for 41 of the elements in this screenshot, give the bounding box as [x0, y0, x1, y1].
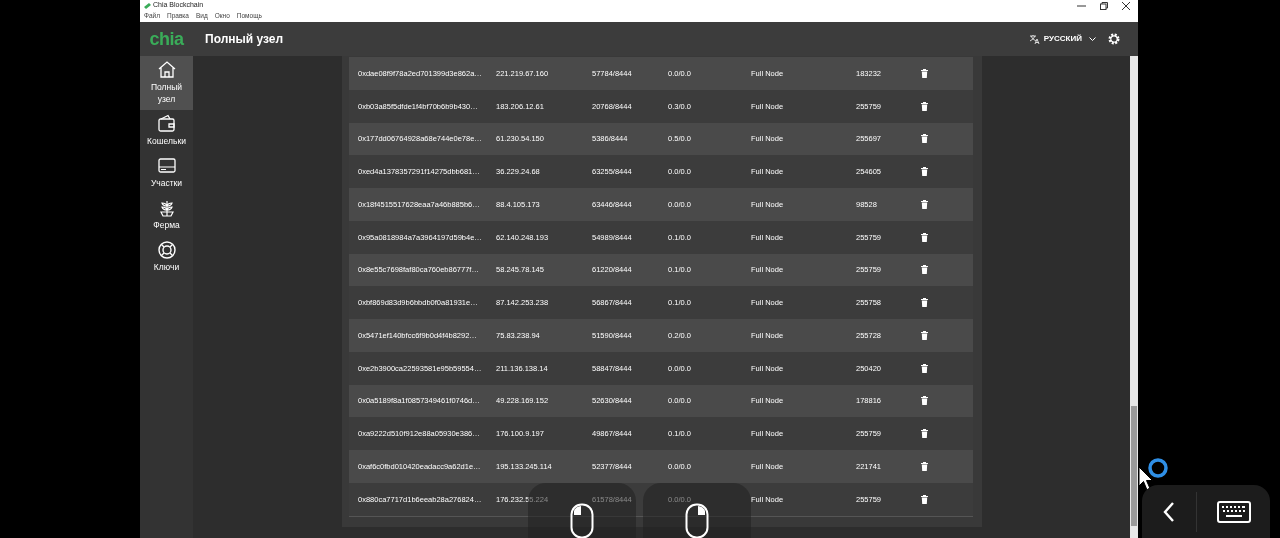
delete-icon[interactable]	[921, 101, 928, 111]
delete-icon[interactable]	[921, 167, 928, 177]
translate-icon	[1029, 34, 1040, 44]
ring-icon	[1147, 457, 1169, 479]
cursor-icon	[1138, 466, 1154, 492]
scrollbar[interactable]	[1130, 56, 1138, 538]
right-mouse-button[interactable]	[643, 483, 751, 538]
close-icon[interactable]	[1122, 2, 1130, 10]
maximize-icon[interactable]	[1100, 2, 1108, 10]
delete-icon[interactable]	[921, 298, 928, 308]
sidebar-item[interactable]: Кошельки	[140, 110, 193, 152]
sidebar-item[interactable]: Ферма	[140, 194, 193, 236]
settings-icon[interactable]	[1108, 33, 1120, 45]
delete-icon[interactable]	[921, 330, 928, 340]
logo: chia	[149, 30, 184, 48]
delete-icon[interactable]	[921, 494, 928, 504]
app-icon	[144, 2, 151, 9]
keyboard-icon	[1216, 500, 1251, 523]
mouse-icon	[570, 503, 594, 538]
lifebuoy-icon	[156, 240, 177, 260]
minimize-icon[interactable]	[1077, 2, 1086, 10]
delete-icon[interactable]	[921, 68, 928, 78]
delete-icon[interactable]	[921, 429, 928, 439]
delete-icon[interactable]	[921, 232, 928, 242]
language-button[interactable]: РУССКИЙ	[1029, 33, 1096, 45]
sidebar-item[interactable]: Полный узел	[140, 56, 193, 110]
delete-icon[interactable]	[921, 265, 928, 275]
delete-icon[interactable]	[921, 396, 928, 406]
home-icon	[156, 60, 177, 80]
delete-icon[interactable]	[921, 461, 928, 471]
delete-icon[interactable]	[921, 134, 928, 144]
mouse-icon	[685, 503, 709, 538]
page-title: Полный узел	[205, 31, 284, 48]
chevron-left-icon	[1163, 501, 1175, 522]
sidebar-item[interactable]: Участки	[140, 152, 193, 194]
caret-icon	[1089, 37, 1096, 41]
wallet-icon	[156, 114, 177, 134]
drive-icon	[156, 156, 177, 176]
delete-icon[interactable]	[921, 199, 928, 209]
delete-icon[interactable]	[921, 363, 928, 373]
sidebar-item[interactable]: Ключи	[140, 236, 193, 278]
